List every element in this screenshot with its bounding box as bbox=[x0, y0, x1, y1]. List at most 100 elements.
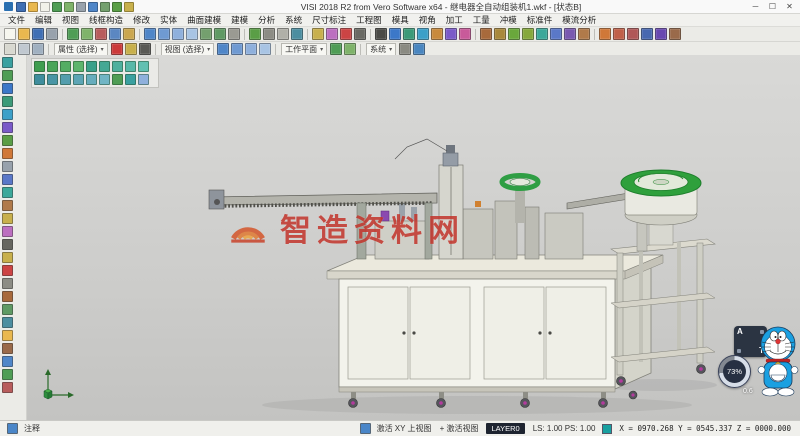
menu-item[interactable]: 冲模 bbox=[495, 14, 522, 26]
shell-icon[interactable] bbox=[669, 28, 681, 40]
zoom-out-icon[interactable] bbox=[158, 28, 170, 40]
spline-icon[interactable] bbox=[459, 28, 471, 40]
machine-model[interactable] bbox=[27, 55, 800, 421]
refresh-icon[interactable] bbox=[125, 74, 136, 85]
snap-center-icon[interactable] bbox=[73, 61, 84, 72]
hidden-line-icon[interactable] bbox=[277, 28, 289, 40]
scale-icon[interactable] bbox=[578, 28, 590, 40]
attributes-icon[interactable] bbox=[326, 28, 338, 40]
visibility-tool-icon[interactable] bbox=[2, 278, 13, 289]
active-layer-badge[interactable]: LAYER0 bbox=[486, 423, 524, 434]
light-tool-icon[interactable] bbox=[2, 330, 13, 341]
menu-item[interactable]: 线框构造 bbox=[84, 14, 128, 26]
boolean-subtract-icon[interactable] bbox=[655, 28, 667, 40]
surface-tool-icon[interactable] bbox=[2, 135, 13, 146]
polyline-icon[interactable] bbox=[445, 28, 457, 40]
mirror-tool-icon[interactable] bbox=[2, 187, 13, 198]
dimension-tool-icon[interactable] bbox=[2, 226, 13, 237]
view-select-dropdown[interactable]: 视图 (选择)▾ bbox=[161, 43, 215, 56]
transform-tool-icon[interactable] bbox=[2, 174, 13, 185]
solid-tool-icon[interactable] bbox=[2, 148, 13, 159]
select-tool-icon[interactable] bbox=[2, 57, 13, 68]
line-tool-icon[interactable] bbox=[2, 83, 13, 94]
system-dropdown[interactable]: 系统▾ bbox=[366, 43, 396, 56]
rotate-icon[interactable] bbox=[564, 28, 576, 40]
copy-icon[interactable] bbox=[109, 28, 121, 40]
color-swatch-icon[interactable] bbox=[111, 43, 123, 55]
view-cube-icon[interactable] bbox=[360, 423, 371, 434]
rectangle-icon[interactable] bbox=[431, 28, 443, 40]
zoom-in-icon[interactable] bbox=[144, 28, 156, 40]
boolean-union-icon[interactable] bbox=[641, 28, 653, 40]
delete-tool-icon[interactable] bbox=[2, 382, 13, 393]
plane-view-icon[interactable] bbox=[86, 74, 97, 85]
snap-perp-icon[interactable] bbox=[99, 61, 110, 72]
mirror-icon[interactable] bbox=[536, 28, 548, 40]
plane-yz-icon[interactable] bbox=[60, 74, 71, 85]
menu-item[interactable]: 模流分析 bbox=[557, 14, 601, 26]
print-icon[interactable] bbox=[46, 28, 58, 40]
line-type-icon[interactable] bbox=[354, 28, 366, 40]
color-tool-icon[interactable] bbox=[2, 265, 13, 276]
camera-tool-icon[interactable] bbox=[2, 317, 13, 328]
menu-item[interactable]: 实体 bbox=[155, 14, 182, 26]
select-window-icon[interactable] bbox=[18, 43, 30, 55]
top-view-icon[interactable] bbox=[231, 43, 243, 55]
snap-grid-icon[interactable] bbox=[34, 61, 45, 72]
snap-node-icon[interactable] bbox=[138, 61, 149, 72]
right-view-icon[interactable] bbox=[259, 43, 271, 55]
iso-cube-icon[interactable] bbox=[112, 74, 123, 85]
measure-tool-icon[interactable] bbox=[2, 213, 13, 224]
zoom-window-icon[interactable] bbox=[172, 28, 184, 40]
sweep-icon[interactable] bbox=[627, 28, 639, 40]
quick-save-icon[interactable] bbox=[16, 2, 26, 12]
menu-item[interactable]: 建模 bbox=[226, 14, 253, 26]
snap-intersect-icon[interactable] bbox=[86, 61, 97, 72]
workplane-dropdown[interactable]: 工作平面▾ bbox=[281, 43, 327, 56]
cut-icon[interactable] bbox=[95, 28, 107, 40]
snap-tangent-icon[interactable] bbox=[112, 61, 123, 72]
viewport-3d[interactable]: 智造资料网 A T 73% 0 bbox=[27, 55, 800, 421]
redo-icon[interactable] bbox=[81, 28, 93, 40]
activate-view-button[interactable]: + 激活视图 bbox=[440, 423, 479, 434]
quick-layer-icon[interactable] bbox=[124, 2, 134, 12]
menu-item[interactable]: 视角 bbox=[414, 14, 441, 26]
menu-item[interactable]: 系统 bbox=[280, 14, 307, 26]
scale-label[interactable]: LS: 1.00 PS: 1.00 bbox=[533, 424, 596, 433]
move-icon[interactable] bbox=[550, 28, 562, 40]
close-button[interactable]: ✕ bbox=[781, 2, 798, 11]
minimize-button[interactable]: ─ bbox=[747, 2, 764, 11]
pattern-tool-icon[interactable] bbox=[2, 200, 13, 211]
pen-style-icon[interactable] bbox=[139, 43, 151, 55]
extend-icon[interactable] bbox=[494, 28, 506, 40]
snap-mid-icon[interactable] bbox=[60, 61, 71, 72]
render-tool-icon[interactable] bbox=[2, 304, 13, 315]
plane-normal-icon[interactable] bbox=[99, 74, 110, 85]
arc-icon[interactable] bbox=[403, 28, 415, 40]
material-tool-icon[interactable] bbox=[2, 343, 13, 354]
menu-item[interactable]: 模具 bbox=[387, 14, 414, 26]
wireframe-mode-icon[interactable] bbox=[263, 28, 275, 40]
layer-select-icon[interactable] bbox=[125, 43, 137, 55]
quick-zoom-icon[interactable] bbox=[88, 2, 98, 12]
trim-icon[interactable] bbox=[480, 28, 492, 40]
revolve-icon[interactable] bbox=[613, 28, 625, 40]
point-icon[interactable] bbox=[375, 28, 387, 40]
selection-filter-icon[interactable] bbox=[32, 43, 44, 55]
chamfer-icon[interactable] bbox=[522, 28, 534, 40]
save-icon[interactable] bbox=[32, 28, 44, 40]
pan-icon[interactable] bbox=[200, 28, 212, 40]
info-icon[interactable] bbox=[138, 74, 149, 85]
quick-print-icon[interactable] bbox=[76, 2, 86, 12]
circle-tool-icon[interactable] bbox=[2, 109, 13, 120]
rotate-view-icon[interactable] bbox=[214, 28, 226, 40]
menu-item[interactable]: 工程图 bbox=[351, 14, 387, 26]
snap-near-icon[interactable] bbox=[125, 61, 136, 72]
menu-item[interactable]: 文件 bbox=[3, 14, 30, 26]
current-color-swatch[interactable] bbox=[602, 424, 612, 434]
help-icon[interactable] bbox=[413, 43, 425, 55]
line-icon[interactable] bbox=[389, 28, 401, 40]
quick-redo-icon[interactable] bbox=[64, 2, 74, 12]
circle-icon[interactable] bbox=[417, 28, 429, 40]
prompt-icon[interactable] bbox=[7, 423, 18, 434]
